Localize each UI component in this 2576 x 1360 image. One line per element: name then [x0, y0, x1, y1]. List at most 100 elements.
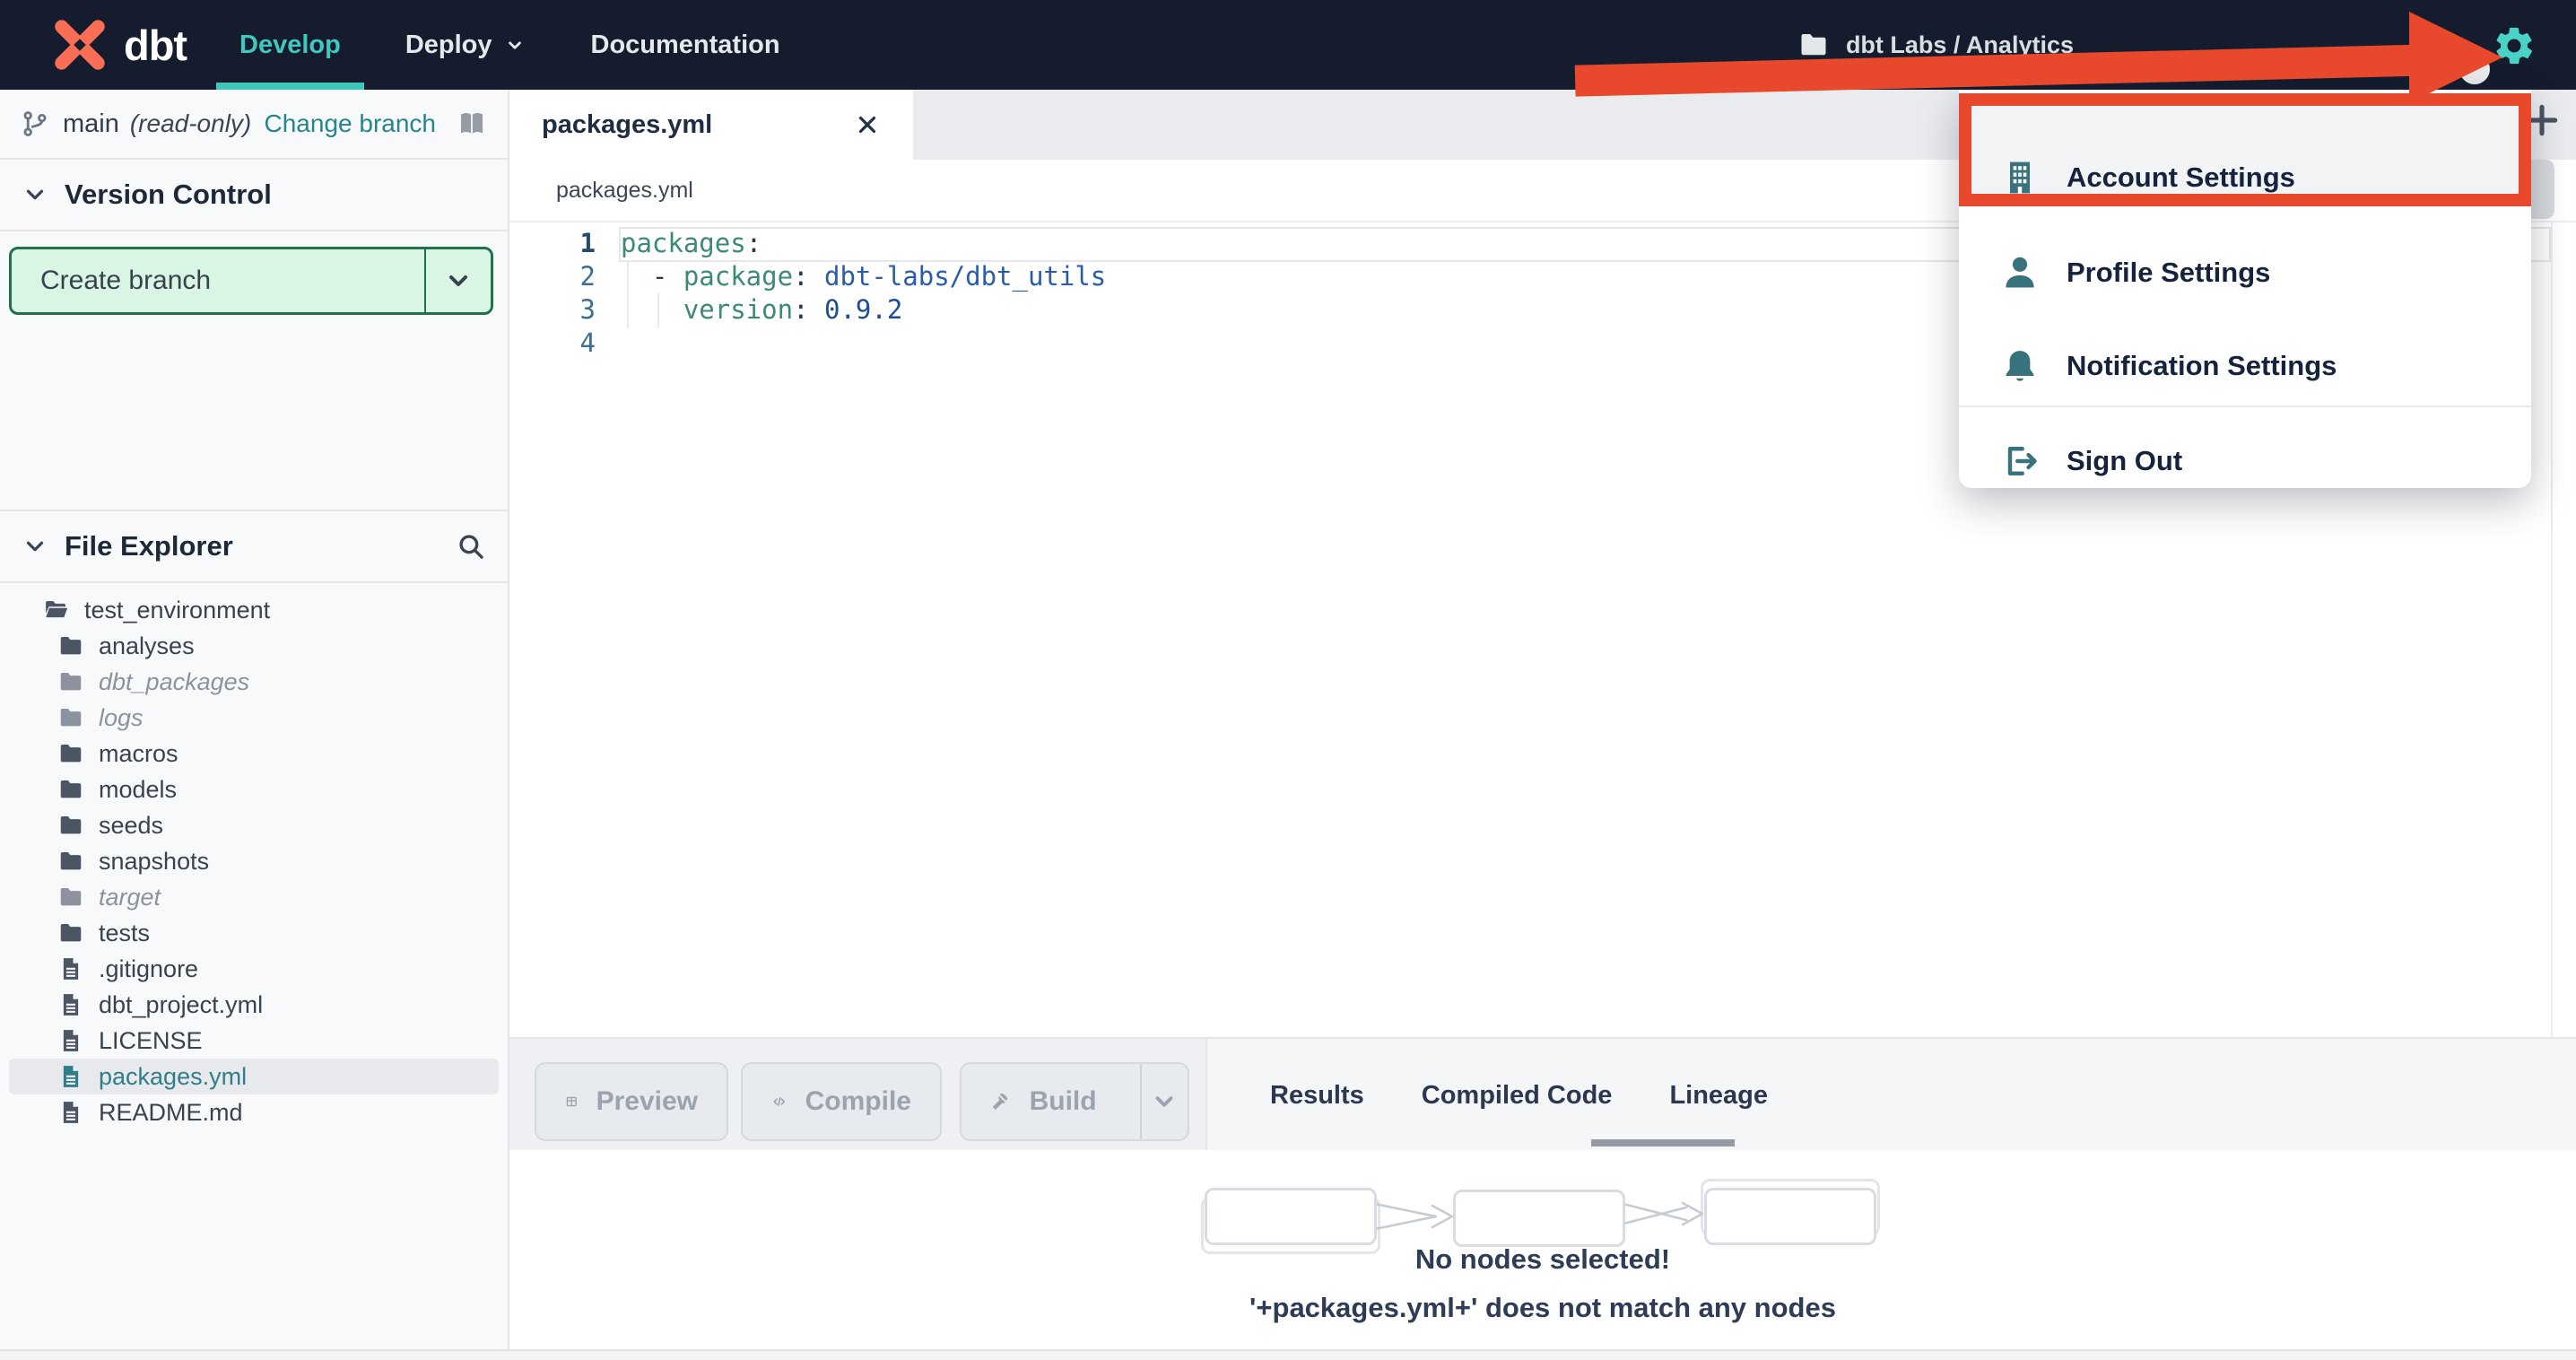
nav-item-deploy[interactable]: Deploy	[405, 31, 527, 60]
menu-item-label: Notification Settings	[2067, 350, 2337, 381]
build-button[interactable]: Build	[960, 1062, 1189, 1141]
brand-name: dbt	[124, 21, 187, 69]
file-tree-item-seeds[interactable]: seeds	[0, 807, 508, 843]
file-tree-item-logs[interactable]: logs	[0, 700, 508, 736]
menu-item-notification-settings[interactable]: Notification Settings	[2000, 339, 2504, 393]
line-number: 1	[579, 228, 596, 258]
menu-item-profile-settings[interactable]: Profile Settings	[2000, 246, 2504, 300]
menu-item-sign-out[interactable]: Sign Out	[2000, 434, 2504, 488]
button-label: Preview	[596, 1086, 698, 1116]
code-token: dbt-labs/dbt_utils	[823, 261, 1107, 292]
file-tree-item-dbt-project-yml[interactable]: dbt_project.yml	[0, 987, 508, 1023]
file-tree-item-dbt-packages[interactable]: dbt_packages	[0, 664, 508, 700]
bottom-strip	[0, 1349, 2576, 1360]
file-name: seeds	[99, 811, 164, 839]
annotation-arrow-head	[2409, 12, 2502, 103]
docs-book-icon[interactable]	[456, 108, 488, 140]
tab-label: packages.yml	[542, 109, 713, 139]
file-name: README.md	[99, 1098, 243, 1126]
building-icon	[2000, 158, 2040, 197]
tab-results[interactable]: Results	[1270, 1081, 1364, 1111]
file-tree-item-target[interactable]: target	[0, 879, 508, 915]
file-name: dbt_packages	[99, 667, 250, 695]
nav-item-documentation[interactable]: Documentation	[591, 31, 780, 60]
file-icon	[57, 1099, 84, 1126]
lineage-node	[1453, 1190, 1625, 1247]
dbt-logo-icon	[48, 14, 111, 75]
sign-out-icon	[2000, 441, 2040, 481]
file-tree-item-models[interactable]: models	[0, 772, 508, 807]
file-explorer-header[interactable]: File Explorer	[0, 510, 508, 583]
results-panel-header: Results Compiled Code Lineage	[1205, 1037, 2576, 1150]
lineage-node	[1704, 1188, 1876, 1245]
chevron-down-icon	[22, 533, 48, 560]
file-tree-item--gitignore[interactable]: .gitignore	[0, 951, 508, 987]
file-tree-item-analyses[interactable]: analyses	[0, 628, 508, 664]
tab-compiled-code[interactable]: Compiled Code	[1422, 1081, 1613, 1111]
change-branch-link[interactable]: Change branch	[265, 109, 436, 138]
code-token: :	[745, 228, 762, 258]
branch-name: main	[63, 109, 119, 138]
button-label: Compile	[805, 1086, 911, 1116]
code-token: :	[793, 294, 824, 325]
line-number: 3	[579, 294, 596, 325]
code-token: -	[621, 261, 683, 292]
file-tree-item-macros[interactable]: macros	[0, 736, 508, 772]
file-name: logs	[99, 703, 144, 731]
nav-item-label: Develop	[239, 30, 341, 59]
line-number: 2	[579, 261, 596, 292]
file-name: dbt_project.yml	[99, 990, 264, 1018]
folder-icon	[1797, 29, 1830, 61]
menu-item-label: Profile Settings	[2067, 257, 2271, 288]
file-name: macros	[99, 739, 178, 767]
file-tree-item-snapshots[interactable]: snapshots	[0, 843, 508, 879]
folder-icon	[57, 884, 84, 911]
file-name: LICENSE	[99, 1026, 203, 1054]
nav-item-develop[interactable]: Develop	[216, 30, 364, 90]
folder-icon	[57, 812, 84, 839]
file-tree-item-packages-yml[interactable]: packages.yml	[9, 1059, 499, 1094]
code-token: version	[683, 294, 794, 325]
preview-button[interactable]: Preview	[535, 1062, 728, 1141]
file-name: models	[99, 775, 178, 803]
dbt-logo[interactable]: dbt	[48, 14, 187, 75]
tab-lineage[interactable]: Lineage	[1669, 1081, 1768, 1111]
file-name: packages.yml	[99, 1062, 248, 1090]
menu-item-account-settings[interactable]: Account Settings	[2000, 151, 2504, 205]
close-icon[interactable]	[854, 111, 881, 138]
button-label: Build	[1029, 1086, 1097, 1116]
folder-icon	[57, 920, 84, 946]
dbt-cloud-ide: dbt Develop Deploy Documentation dbt Labs …	[0, 0, 2576, 1360]
create-branch-dropdown[interactable]	[424, 249, 491, 312]
create-branch-button[interactable]: Create branch	[9, 247, 493, 315]
build-dropdown[interactable]	[1139, 1064, 1188, 1139]
file-tree-item-test-environment[interactable]: test_environment	[0, 592, 508, 628]
lineage-empty-detail: '+packages.yml+' does not match any node…	[1249, 1292, 1836, 1323]
file-tree-item-license[interactable]: LICENSE	[0, 1023, 508, 1059]
menu-item-label: Account Settings	[2067, 161, 2295, 193]
file-tree-item-tests[interactable]: tests	[0, 915, 508, 951]
lineage-arrow	[1622, 1201, 1704, 1226]
file-icon	[57, 1063, 84, 1090]
sidebar: main (read-only) Change branch Version C…	[0, 90, 509, 1351]
compile-button[interactable]: Compile	[741, 1062, 942, 1141]
lineage-node	[1205, 1188, 1377, 1245]
nav-item-label: Deploy	[405, 30, 492, 59]
folder-icon	[57, 704, 84, 731]
chevron-down-icon	[444, 266, 473, 295]
menu-divider	[1959, 405, 2531, 407]
person-icon	[2000, 253, 2040, 292]
version-control-header[interactable]: Version Control	[0, 160, 508, 231]
line-number-gutter: 1234	[509, 227, 596, 360]
code-icon	[771, 1086, 788, 1117]
file-name: target	[99, 883, 161, 911]
code-token: :	[793, 261, 824, 292]
main-nav: Develop Deploy Documentation	[216, 0, 780, 90]
tab-packages-yml[interactable]: packages.yml	[509, 90, 913, 160]
account-settings-menu: Account Settings Profile Settings Notifica…	[1959, 90, 2531, 488]
file-tree: test_environment analyses dbt_packageslogs…	[0, 592, 508, 1130]
branch-bar: main (read-only) Change branch	[0, 90, 508, 160]
file-tree-item-readme-md[interactable]: README.md	[0, 1094, 508, 1130]
search-icon[interactable]	[456, 531, 486, 562]
